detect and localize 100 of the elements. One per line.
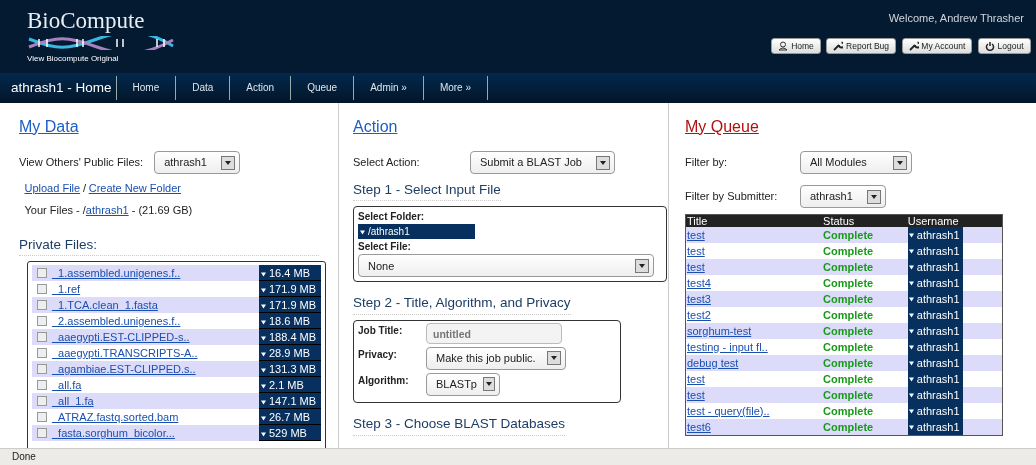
- expand-icon: [261, 399, 266, 405]
- checkbox[interactable]: [37, 316, 47, 327]
- nav-item[interactable]: Data: [176, 76, 231, 100]
- file-link[interactable]: _1.assembled.unigenes.f..: [52, 265, 259, 282]
- user-dropdown[interactable]: athrash1: [154, 151, 241, 174]
- status-text: Complete: [823, 228, 874, 241]
- expand-icon: [908, 409, 914, 415]
- field-label: Privacy:: [358, 347, 398, 362]
- field-label: Select Folder:: [358, 210, 426, 225]
- expand-icon: [908, 377, 914, 383]
- expand-icon: [908, 297, 914, 303]
- privacy-dropdown[interactable]: Make this job public.: [426, 346, 566, 370]
- expand-icon: [908, 265, 914, 271]
- nav-item[interactable]: Action: [230, 76, 292, 100]
- field-label: Algorithm:: [358, 373, 410, 388]
- file-link[interactable]: _all.fa: [52, 377, 259, 394]
- job-title-link[interactable]: test: [687, 244, 705, 257]
- file-size-label[interactable]: 16.4 MB: [259, 265, 321, 282]
- expand-icon: [908, 393, 914, 399]
- job-title-link[interactable]: test: [687, 372, 705, 385]
- status-text: Complete: [823, 356, 874, 369]
- expand-icon: [908, 329, 914, 335]
- nav-item[interactable]: More »: [423, 76, 488, 100]
- expand-icon: [360, 230, 365, 236]
- checkbox[interactable]: [37, 300, 47, 311]
- file-link[interactable]: _2.assembled.unigenes.f..: [52, 313, 259, 330]
- file-size-label[interactable]: 188.4 MB: [259, 329, 321, 346]
- job-title-link[interactable]: test - query(file)..: [687, 404, 770, 417]
- file-size-label[interactable]: 171.9 MB: [259, 297, 321, 314]
- expand-icon: [261, 303, 266, 309]
- expand-icon: [908, 313, 914, 319]
- header-button[interactable]: My Account: [901, 37, 973, 54]
- checkbox[interactable]: [37, 284, 47, 295]
- module-dropdown[interactable]: All Modules: [800, 151, 912, 174]
- file-link[interactable]: _1.TCA.clean_1.fasta: [52, 297, 259, 314]
- file-size-label[interactable]: 529 MB: [259, 425, 321, 442]
- expand-icon: [261, 319, 266, 325]
- file-link[interactable]: _all_1.fa: [52, 393, 259, 410]
- file-size-label[interactable]: 28.9 MB: [259, 345, 321, 362]
- checkbox[interactable]: [37, 428, 47, 439]
- header-button[interactable]: Home: [771, 37, 821, 54]
- checkbox[interactable]: [37, 412, 47, 423]
- file-link[interactable]: _ATRAZ.fastq.sorted.bam: [52, 409, 259, 426]
- logout-button[interactable]: Logout: [977, 37, 1031, 54]
- file-size-label[interactable]: 18.6 MB: [259, 313, 321, 330]
- file-link[interactable]: _fasta.sorghum_bicolor...: [52, 425, 259, 442]
- job-title-link[interactable]: test3: [687, 292, 711, 305]
- job-title-link[interactable]: test: [687, 388, 705, 401]
- file-link[interactable]: _1.ref: [52, 281, 259, 298]
- user-icon: [778, 40, 789, 51]
- file-link[interactable]: _agambiae.EST-CLIPPED.s..: [52, 361, 259, 378]
- checkbox[interactable]: [37, 268, 47, 279]
- expand-icon: [908, 425, 914, 431]
- job-title-link[interactable]: testing - input fl..: [687, 340, 768, 353]
- nav-item[interactable]: Admin »: [354, 76, 424, 100]
- nav-item[interactable]: Home: [116, 76, 177, 100]
- nav-item[interactable]: Queue: [291, 76, 355, 100]
- header-button[interactable]: Report Bug: [826, 37, 897, 54]
- expand-icon: [908, 281, 914, 287]
- field-label: View Others' Public Files:: [19, 155, 144, 171]
- checkbox[interactable]: [37, 364, 47, 375]
- field-label: Select Action:: [353, 155, 420, 171]
- file-size-label[interactable]: 2.1 MB: [259, 377, 321, 394]
- file-link[interactable]: _aaegypti.TRANSCRIPTS-A..: [52, 345, 259, 362]
- section-heading[interactable]: My Data: [19, 115, 338, 139]
- job-title-link[interactable]: test: [687, 260, 705, 273]
- field-label: Filter by Submitter:: [685, 189, 779, 205]
- section-heading[interactable]: Action: [353, 115, 668, 139]
- file-link[interactable]: _aaegypti.EST-CLIPPED-s..: [52, 329, 259, 346]
- file-size-label[interactable]: 131.3 MB: [259, 361, 321, 378]
- job-title-link[interactable]: test: [687, 228, 705, 241]
- status-text: Complete: [823, 244, 874, 257]
- logo-text: BioCompute: [27, 8, 146, 34]
- expand-icon: [261, 287, 266, 293]
- file-size-label[interactable]: 171.9 MB: [259, 281, 321, 298]
- job-title-link[interactable]: test2: [687, 308, 711, 321]
- upload-file-link[interactable]: Upload File: [24, 179, 81, 196]
- title-input[interactable]: untitled: [426, 323, 562, 344]
- expand-icon: [908, 233, 914, 239]
- file-size-label[interactable]: 26.7 MB: [259, 409, 321, 426]
- job-title-link[interactable]: test4: [687, 276, 711, 289]
- column-header: Username: [906, 214, 1003, 227]
- file-size-label[interactable]: 147.1 MB: [259, 393, 321, 410]
- column-header: Title: [685, 214, 823, 227]
- folder-item[interactable]: /athrash1: [358, 224, 475, 240]
- status-text: Complete: [823, 308, 874, 321]
- checkbox[interactable]: [37, 332, 47, 343]
- checkbox[interactable]: [37, 380, 47, 391]
- expand-icon: [908, 361, 914, 367]
- checkbox[interactable]: [37, 396, 47, 407]
- action-dropdown[interactable]: Submit a BLAST Job: [470, 151, 615, 174]
- create-folder-link[interactable]: Create New Folder: [88, 179, 182, 196]
- original-site-link[interactable]: View Biocompute Original: [27, 53, 175, 66]
- algorithm-dropdown[interactable]: BLASTp: [426, 372, 500, 396]
- submitter-dropdown[interactable]: athrash1: [800, 185, 886, 208]
- file-dropdown[interactable]: None: [358, 254, 654, 278]
- status-bar: Done: [0, 448, 1036, 465]
- section-heading[interactable]: My Queue: [685, 115, 1036, 139]
- checkbox[interactable]: [37, 348, 47, 359]
- job-title-link[interactable]: test6: [687, 420, 711, 433]
